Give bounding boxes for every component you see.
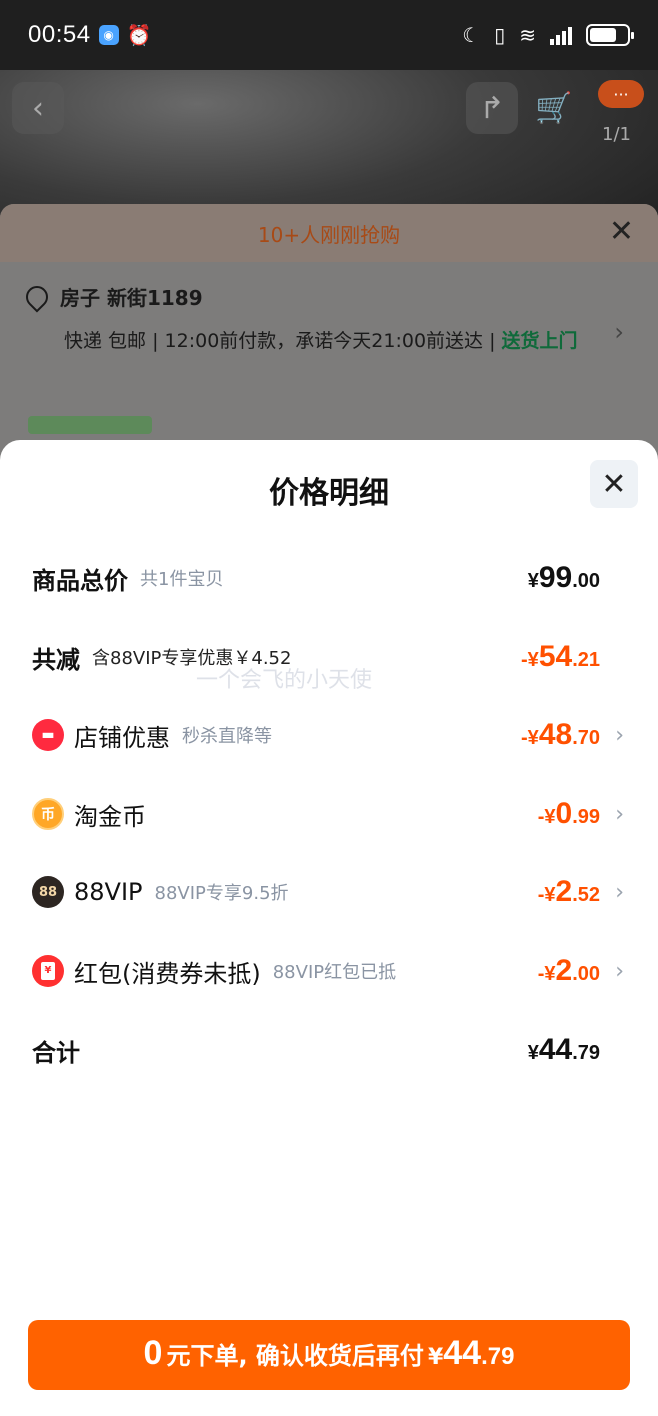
image-counter: 1/1: [602, 124, 631, 145]
watermark: 一个会飞的小天使: [196, 668, 373, 693]
amount-integer: 48: [538, 718, 573, 751]
amount-integer: 54: [538, 640, 573, 673]
amount-decimal: .70: [572, 727, 600, 749]
cta-zero: 0: [143, 1334, 163, 1372]
amount-integer: 99: [538, 561, 573, 594]
amount-symbol: -¥: [537, 806, 556, 828]
row-red-packet[interactable]: ¥ 红包(消费券未抵) 88VIP红包已抵 -¥ 2 .00 ›: [32, 951, 624, 991]
row-label: 共减: [32, 645, 80, 674]
amount-decimal: .21: [572, 649, 600, 671]
row-amount: -¥ 48 .70: [521, 718, 600, 752]
row-label: 商品总价: [32, 566, 128, 595]
red-packet-glyph: ¥: [41, 962, 55, 980]
chevron-right-icon: ›: [614, 318, 624, 346]
row-amount: -¥ 2 .52: [538, 875, 600, 909]
location-pin-icon: [21, 280, 53, 313]
more-icon[interactable]: ···: [598, 80, 644, 108]
amount-symbol: -¥: [521, 727, 539, 749]
alarm-icon: ⏰: [126, 23, 152, 47]
cta-integer: 44: [443, 1334, 482, 1372]
chevron-right-icon: ›: [615, 958, 624, 984]
row-total-price: 商品总价 共1件宝贝 ¥ 99 .00: [32, 558, 624, 598]
browser-icon: ◉: [98, 25, 119, 45]
vip-icon: 88: [32, 876, 64, 908]
store-icon: ▬: [32, 719, 64, 751]
status-bar: 00:54 ◉ ⏰ ☾ ▯ ≋: [0, 0, 658, 70]
price-detail-sheet: 价格明细 ✕ 商品总价 共1件宝贝 ¥ 99 .00 共减 含88VIP专享优惠…: [0, 440, 658, 1416]
red-packet-icon: ¥: [32, 955, 64, 987]
amount-integer: 44: [538, 1033, 573, 1066]
row-grand-total: 合计 ¥ 44 .79: [32, 1030, 624, 1070]
amount-decimal: .00: [572, 963, 600, 985]
amount-integer: 2: [555, 954, 573, 987]
hot-banner: 10+人刚刚抢购: [0, 204, 658, 262]
battery-icon: [586, 24, 634, 46]
amount-symbol: ¥: [527, 570, 539, 592]
row-amount: -¥ 54 .21: [521, 640, 600, 674]
row-label: 淘金币: [74, 802, 146, 831]
amount-symbol: -¥: [537, 884, 556, 906]
signal-icon: [550, 25, 572, 45]
chevron-right-icon: ›: [615, 722, 624, 748]
row-label: 合计: [32, 1038, 80, 1067]
row-label: 红包(消费券未抵): [74, 959, 261, 988]
place-order-button[interactable]: 0 元下单, 确认收货后再付 ¥ 44 .79: [28, 1320, 630, 1390]
amount-integer: 2: [555, 875, 573, 908]
amount-decimal: .79: [572, 1042, 600, 1064]
status-time: 00:54: [28, 21, 91, 48]
amount-decimal: .99: [572, 806, 600, 828]
amount-symbol: ¥: [527, 1042, 539, 1064]
close-icon: ✕: [601, 466, 627, 502]
top-nav: ‹ ↱ 🛒 ···: [0, 80, 658, 136]
row-label: 88VIP: [74, 878, 143, 906]
wifi-icon: ≋: [519, 23, 536, 47]
chevron-right-icon: ›: [615, 879, 624, 905]
amount-decimal: .52: [572, 884, 600, 906]
row-sub: 共1件宝贝: [140, 569, 224, 590]
delivery-info: 快递 包邮 | 12:00前付款，承诺今天21:00前送达 | 送货上门: [64, 330, 578, 352]
sheet-title: 价格明细: [269, 476, 389, 511]
delivery-text: 12:00前付款，承诺今天21:00前送达: [164, 330, 484, 352]
row-store-discount[interactable]: ▬ 店铺优惠 秒杀直降等 -¥ 48 .70 ›: [32, 715, 624, 755]
row-sub: 88VIP专享9.5折: [154, 883, 289, 904]
back-icon[interactable]: ‹: [12, 82, 64, 134]
cta-symbol: ¥: [427, 1345, 444, 1370]
row-amount: ¥ 99 .00: [528, 561, 600, 595]
vibrate-icon: ▯: [494, 23, 506, 47]
cta-decimal: .79: [481, 1343, 515, 1370]
cart-icon[interactable]: 🛒: [528, 82, 580, 134]
moon-icon: ☾: [462, 23, 481, 47]
row-amount: -¥ 0 .99: [538, 797, 600, 831]
row-sub: 88VIP红包已抵: [272, 962, 397, 983]
amount-decimal: .00: [572, 570, 600, 592]
row-amount: -¥ 2 .00: [538, 954, 600, 988]
delivery-highlight: 送货上门: [501, 330, 578, 352]
chevron-right-icon: ›: [615, 801, 624, 827]
banner-close-icon[interactable]: ✕: [609, 214, 634, 249]
row-amount: ¥ 44 .79: [528, 1033, 600, 1067]
row-label: 店铺优惠: [74, 723, 170, 752]
share-icon[interactable]: ↱: [466, 82, 518, 134]
cta-text: 元下单, 确认收货后再付: [166, 1342, 424, 1370]
row-taojinbi[interactable]: 币 淘金币 -¥ 0 .99 ›: [32, 794, 624, 834]
row-sub: 秒杀直降等: [182, 726, 272, 747]
delivery-prefix: 快递 包邮: [64, 330, 147, 352]
address-name: 房子 新街1189: [60, 286, 203, 310]
amount-symbol: -¥: [521, 649, 539, 671]
amount-symbol: -¥: [537, 963, 556, 985]
amount-integer: 0: [555, 797, 573, 830]
row-88vip[interactable]: 88 88VIP 88VIP专享9.5折 -¥ 2 .52 ›: [32, 872, 624, 912]
close-button[interactable]: ✕: [590, 460, 638, 508]
address-row[interactable]: 房子 新街1189 快递 包邮 | 12:00前付款，承诺今天21:00前送达 …: [21, 280, 636, 357]
coin-icon: 币: [32, 798, 64, 830]
